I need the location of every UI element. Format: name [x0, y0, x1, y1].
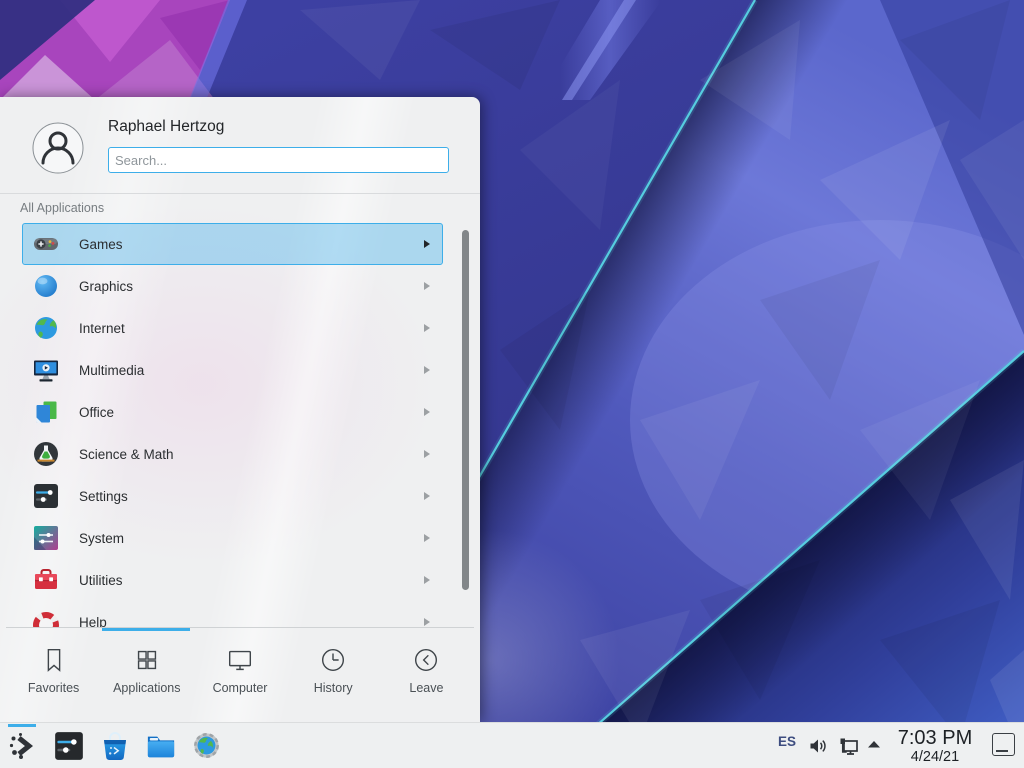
documents-icon	[33, 399, 59, 425]
taskbar-panel: ES 7:03 PM 4/24/21	[0, 722, 1024, 768]
tab-leave[interactable]: Leave	[380, 633, 473, 719]
tab-label: Computer	[213, 681, 268, 695]
show-desktop-button[interactable]	[992, 733, 1015, 756]
tab-favorites[interactable]: Favorites	[7, 633, 100, 719]
network-icon[interactable]	[838, 736, 860, 758]
clock-icon	[318, 645, 348, 675]
category-label: Help	[79, 615, 107, 628]
tabbar-divider	[6, 627, 474, 628]
volume-icon[interactable]	[808, 736, 828, 756]
submenu-arrow-icon	[424, 492, 430, 500]
submenu-arrow-icon	[424, 324, 430, 332]
header-divider	[0, 193, 480, 194]
paint-sphere-icon	[33, 273, 59, 299]
leave-icon	[411, 645, 441, 675]
submenu-arrow-icon	[424, 534, 430, 542]
submenu-arrow-icon	[424, 576, 430, 584]
system-sliders-icon	[33, 525, 59, 551]
category-row-office[interactable]: Office	[22, 391, 443, 433]
tab-applications[interactable]: Applications	[100, 633, 193, 719]
clock-widget[interactable]: 7:03 PM 4/24/21	[888, 727, 982, 765]
category-label: Office	[79, 405, 114, 420]
discover-bag-icon[interactable]	[100, 731, 130, 761]
user-avatar-icon[interactable]	[32, 122, 84, 174]
tab-history[interactable]: History	[287, 633, 380, 719]
submenu-arrow-icon	[424, 282, 430, 290]
category-row-utilities[interactable]: Utilities	[22, 559, 443, 601]
flask-icon	[33, 441, 59, 467]
submenu-arrow-icon	[424, 240, 430, 248]
media-screen-icon	[33, 357, 59, 383]
tab-label: Favorites	[28, 681, 79, 695]
category-label: Games	[79, 237, 123, 252]
category-label: Utilities	[79, 573, 123, 588]
active-tab-indicator	[102, 628, 190, 631]
expand-caret-icon[interactable]	[867, 739, 881, 749]
clock-date: 4/24/21	[888, 749, 982, 765]
toolbox-icon	[33, 567, 59, 593]
category-row-help[interactable]: Help	[22, 601, 443, 627]
category-label: Internet	[79, 321, 125, 336]
user-name: Raphael Hertzog	[108, 118, 224, 136]
keyboard-layout-indicator[interactable]: ES	[778, 734, 796, 749]
category-row-system[interactable]: System	[22, 517, 443, 559]
category-label: Multimedia	[79, 363, 144, 378]
submenu-arrow-icon	[424, 408, 430, 416]
category-label: System	[79, 531, 124, 546]
tab-label: Applications	[113, 681, 180, 695]
category-row-settings[interactable]: Settings	[22, 475, 443, 517]
tab-computer[interactable]: Computer	[193, 633, 286, 719]
clock-time: 7:03 PM	[888, 727, 982, 749]
category-row-internet[interactable]: Internet	[22, 307, 443, 349]
monitor-icon	[225, 645, 255, 675]
launcher-tab-bar: Favorites Applications Computer	[7, 633, 473, 719]
application-launcher-popup: Raphael Hertzog All Applications Games	[0, 97, 480, 722]
show-desktop-line	[996, 750, 1008, 752]
desktop: Raphael Hertzog All Applications Games	[0, 0, 1024, 768]
folder-icon[interactable]	[146, 731, 176, 761]
bookmark-icon	[39, 645, 69, 675]
scrollbar[interactable]	[462, 230, 469, 590]
category-row-graphics[interactable]: Graphics	[22, 265, 443, 307]
section-label: All Applications	[20, 201, 104, 215]
category-list: Games Graphics	[22, 223, 443, 627]
globe-gear-icon[interactable]	[193, 732, 220, 759]
category-row-science-math[interactable]: Science & Math	[22, 433, 443, 475]
settings-sliders-icon[interactable]	[54, 731, 84, 761]
submenu-arrow-icon	[424, 366, 430, 374]
category-label: Settings	[79, 489, 128, 504]
sliders-icon	[33, 483, 59, 509]
submenu-arrow-icon	[424, 450, 430, 458]
search-input[interactable]	[108, 147, 449, 173]
help-buoy-icon	[33, 609, 59, 627]
category-row-multimedia[interactable]: Multimedia	[22, 349, 443, 391]
tab-label: History	[314, 681, 353, 695]
gamepad-icon	[33, 231, 59, 257]
submenu-arrow-icon	[424, 618, 430, 626]
category-label: Graphics	[79, 279, 133, 294]
app-grid-icon	[132, 645, 162, 675]
globe-icon	[33, 315, 59, 341]
launcher-active-indicator	[8, 724, 36, 727]
category-row-games[interactable]: Games	[22, 223, 443, 265]
kickoff-icon[interactable]	[8, 731, 38, 761]
category-label: Science & Math	[79, 447, 174, 462]
tab-label: Leave	[409, 681, 443, 695]
